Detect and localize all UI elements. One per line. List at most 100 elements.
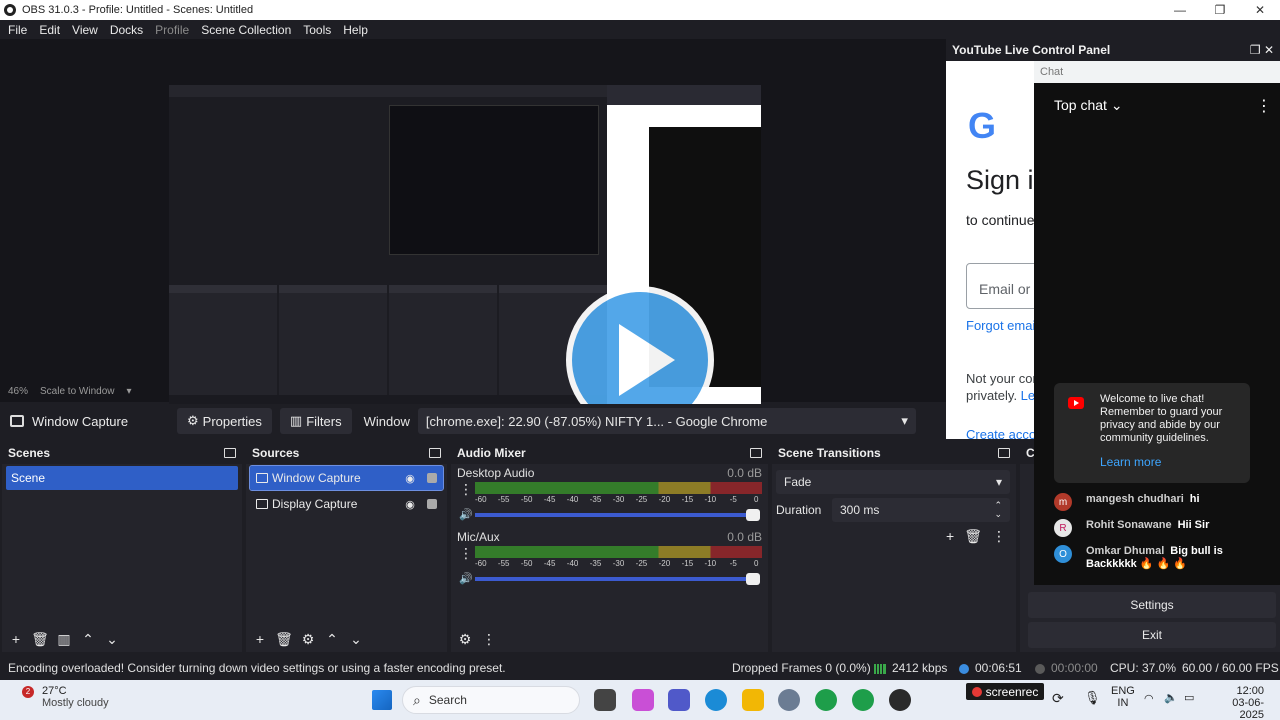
settings-button[interactable]: Settings <box>1028 592 1276 618</box>
lock-icon[interactable] <box>427 473 437 483</box>
close-button[interactable]: ✕ <box>1240 0 1280 20</box>
meter-tick-label: -15 <box>681 559 694 568</box>
add-scene-button[interactable]: + <box>6 629 26 649</box>
meter-tick-label: -60 <box>474 495 487 504</box>
preview-zoom[interactable]: 46% Scale to Window ▾ <box>8 386 132 397</box>
teams-icon[interactable] <box>668 689 690 711</box>
speaker-icon[interactable]: 🔊 <box>457 572 475 585</box>
top-chat-dropdown[interactable]: Top chat ⌄ <box>1054 97 1123 114</box>
settings-gear-icon[interactable] <box>778 689 800 711</box>
move-up-icon[interactable]: ⌃ <box>78 629 98 649</box>
undock-icon[interactable] <box>224 448 236 458</box>
menu-scene-collection[interactable]: Scene Collection <box>195 23 297 37</box>
microphone-icon[interactable]: 🎙 <box>1084 690 1101 706</box>
audio-mixer-dock: Audio Mixer Desktop Audio 0.0 dB ⋮ -60 -5… <box>451 442 768 652</box>
trash-icon[interactable]: 🗑 <box>964 528 982 545</box>
copilot-icon[interactable] <box>632 689 654 711</box>
chrome-icon[interactable] <box>815 689 837 711</box>
learn-more-link[interactable]: Learn more <box>1100 456 1242 469</box>
maximize-button[interactable]: ❐ <box>1200 0 1240 20</box>
weather-description: Mostly cloudy <box>42 697 109 709</box>
stepper-icon[interactable]: ⌃ ⌄ <box>994 501 1002 519</box>
language-indicator[interactable]: ENG IN <box>1111 685 1135 709</box>
meter-tick-label: -35 <box>589 495 602 504</box>
sync-icon[interactable]: ⟳ <box>1052 690 1064 707</box>
move-up-icon[interactable]: ⌃ <box>322 629 342 649</box>
undock-icon[interactable] <box>750 448 762 458</box>
meter-tick-label: -55 <box>497 559 510 568</box>
source-item-window-capture[interactable]: Window Capture ◉ <box>249 465 444 491</box>
menu-profile[interactable]: Profile <box>149 23 195 37</box>
screenrec-overlay[interactable]: screenrec <box>966 683 1044 700</box>
volume-slider[interactable] <box>475 572 760 585</box>
task-view-icon[interactable] <box>594 689 616 711</box>
minimize-button[interactable]: — <box>1160 0 1200 20</box>
menu-view[interactable]: View <box>66 23 104 37</box>
wifi-icon[interactable]: ◠ <box>1144 692 1154 705</box>
channel-db: 0.0 dB <box>727 530 762 544</box>
chat-tab[interactable]: Chat <box>1034 61 1280 83</box>
menu-docks[interactable]: Docks <box>104 23 149 37</box>
eye-icon[interactable]: ◉ <box>403 472 417 485</box>
forgot-email-link[interactable]: Forgot emai <box>966 318 1035 333</box>
duration-input[interactable]: 300 ms ⌃ ⌄ <box>832 498 1010 522</box>
preview-area[interactable]: 46% Scale to Window ▾ <box>0 39 946 419</box>
filters-button[interactable]: ▥ Filters <box>279 408 352 434</box>
trash-icon[interactable]: 🗑 <box>30 629 50 649</box>
menu-tools[interactable]: Tools <box>297 23 337 37</box>
meter-tick-label: -55 <box>497 495 510 504</box>
clock[interactable]: 12:00 03-06-2025 <box>1212 685 1264 720</box>
kebab-menu-icon[interactable]: ⋮ <box>457 546 475 560</box>
meter-tick-label: -25 <box>635 559 648 568</box>
properties-button[interactable]: ⚙ Properties <box>177 408 272 434</box>
windows-start-icon[interactable] <box>372 690 392 710</box>
filter-icon[interactable]: ▥ <box>54 629 74 649</box>
undock-icon[interactable] <box>998 448 1010 458</box>
kebab-menu-icon[interactable]: ⋮ <box>992 528 1006 545</box>
undock-icon[interactable] <box>429 448 441 458</box>
meter-tick-label: -50 <box>520 559 533 568</box>
stream-icon <box>959 663 969 674</box>
meter-ticks: -60 -55 -50 -45 -40 -35 -30 -25 -20 -15 -10 -5 0 <box>475 494 762 506</box>
chevron-down-icon: ▾ <box>995 475 1002 489</box>
chevron-down-icon[interactable]: ▾ <box>127 386 132 397</box>
undock-icon[interactable]: ❐ <box>1250 43 1261 57</box>
add-source-button[interactable]: + <box>250 629 270 649</box>
lock-icon[interactable] <box>427 499 437 509</box>
battery-icon[interactable]: ▭ <box>1184 691 1194 704</box>
menu-help[interactable]: Help <box>337 23 374 37</box>
mixer-channel-mic: Mic/Aux 0.0 dB ⋮ -60 -55 -50 -45 -40 -35 -30 -2… <box>451 528 768 592</box>
advanced-audio-gear-icon[interactable]: ⚙ <box>455 629 475 649</box>
source-item-display-capture[interactable]: Display Capture ◉ <box>250 492 443 516</box>
excel-app-icon[interactable] <box>742 689 764 711</box>
avatar: O <box>1054 545 1072 563</box>
gear-icon[interactable]: ⚙ <box>298 629 318 649</box>
eye-icon[interactable]: ◉ <box>403 498 417 511</box>
menu-file[interactable]: File <box>2 23 33 37</box>
window-select[interactable]: [chrome.exe]: 22.90 (-87.05%) NIFTY 1...… <box>417 408 916 434</box>
meter-tick-label: -60 <box>474 559 487 568</box>
create-account-link[interactable]: Create acco <box>966 427 1036 439</box>
move-down-icon[interactable]: ⌄ <box>346 629 366 649</box>
move-down-icon[interactable]: ⌄ <box>102 629 122 649</box>
taskbar-search[interactable]: ⌕ Search <box>402 686 580 714</box>
kebab-menu-icon[interactable]: ⋮ <box>457 482 475 496</box>
chat-kebab-icon[interactable]: ⋮ <box>1256 96 1272 116</box>
weather-widget[interactable]: 2 27°C Mostly cloudy <box>22 685 109 709</box>
trash-icon[interactable]: 🗑 <box>274 629 294 649</box>
volume-slider[interactable] <box>475 508 760 521</box>
scene-item[interactable]: Scene <box>6 466 238 490</box>
volume-icon[interactable]: 🔈 <box>1164 691 1178 704</box>
menu-edit[interactable]: Edit <box>33 23 66 37</box>
obs-taskbar-icon[interactable] <box>889 689 911 711</box>
transition-select[interactable]: Fade ▾ <box>776 470 1010 494</box>
speaker-icon[interactable]: 🔊 <box>457 508 475 521</box>
close-icon[interactable]: ✕ <box>1264 43 1274 57</box>
exit-button[interactable]: Exit <box>1028 622 1276 648</box>
kebab-menu-icon[interactable]: ⋮ <box>479 629 499 649</box>
edge-icon[interactable] <box>705 689 727 711</box>
chrome-profile-icon[interactable] <box>852 689 874 711</box>
add-transition-button[interactable]: + <box>946 528 954 545</box>
meter-bar <box>475 482 762 494</box>
chat-header-label: Top chat <box>1054 97 1107 113</box>
